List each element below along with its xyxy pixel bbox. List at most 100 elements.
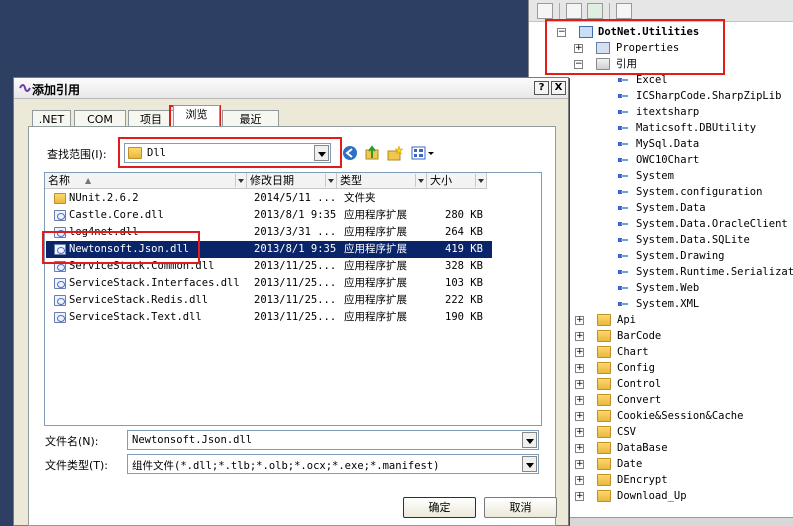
filetype-label: 文件类型(T): [45,459,109,472]
file-row[interactable]: ServiceStack.Text.dll 2013/11/25... 应用程序扩展… [46,309,492,326]
expand-icon[interactable]: + [575,412,584,421]
chevron-down-icon[interactable] [314,145,329,161]
folder-icon [597,330,611,342]
expand-icon[interactable]: + [575,348,584,357]
reference-label: Maticsoft.DBUtility [636,122,757,134]
reference-item[interactable]: System.Data.OracleClient [617,216,793,232]
folder-item[interactable]: + Download_Up [575,488,793,504]
chevron-down-icon[interactable] [415,174,426,187]
reference-item[interactable]: System.Drawing [617,248,793,264]
file-row[interactable]: NUnit.2.6.2 2014/5/11 ... 文件夹 [46,190,492,207]
chevron-down-icon[interactable] [235,174,246,187]
chevron-down-icon[interactable] [522,456,537,472]
chevron-down-icon[interactable] [325,174,336,187]
expand-icon[interactable]: + [575,428,584,437]
tab-browse[interactable]: 浏览 [173,105,220,126]
expand-icon[interactable]: + [575,444,584,453]
folder-item[interactable]: + Convert [575,392,793,408]
sort-ascending-icon: ▲ [85,176,92,185]
file-row[interactable]: log4net.dll 2013/3/31 ... 应用程序扩展 264 KB [46,224,492,241]
close-button[interactable]: X [551,81,566,95]
expand-icon[interactable]: + [575,332,584,341]
folder-item[interactable]: + CSV [575,424,793,440]
file-row[interactable]: Newtonsoft.Json.dll 2013/8/1 9:35 应用程序扩展 41… [46,241,492,258]
folder-item[interactable]: + Api [575,312,793,328]
expand-icon[interactable]: + [575,460,584,469]
expand-icon[interactable]: + [575,380,584,389]
folder-label: Download_Up [617,490,687,502]
file-size: 419 KB [445,243,483,255]
look-in-combo[interactable]: Dll [124,143,331,163]
file-row[interactable]: Castle.Core.dll 2013/8/1 9:35 应用程序扩展 280 KB [46,207,492,224]
back-icon[interactable] [342,145,358,161]
column-size[interactable]: 大小 [427,173,487,189]
reference-item[interactable]: OWC10Chart [617,152,793,168]
help-button[interactable]: ? [534,81,549,95]
up-folder-icon[interactable] [364,145,380,161]
collapse-icon[interactable]: − [574,60,583,69]
filename-input[interactable]: Newtonsoft.Json.dll [127,430,539,450]
folder-item[interactable]: + Control [575,376,793,392]
file-list[interactable]: 名称 ▲ 修改日期 类型 大小 NUnit.2.6.2 2014/5/11 ...… [44,172,542,426]
reference-item[interactable]: MySql.Data [617,136,793,152]
project-node[interactable]: − DotNet.Utilities [557,24,757,40]
folder-item[interactable]: + DataBase [575,440,793,456]
folder-item[interactable]: + Cookie&Session&Cache [575,408,793,424]
expand-icon[interactable]: + [575,316,584,325]
references-node[interactable]: − 引用 [574,56,754,72]
folder-item[interactable]: + DEncrypt [575,472,793,488]
expand-icon[interactable]: + [574,44,583,53]
view-class-diagram-icon[interactable] [616,3,632,19]
folder-icon [128,147,142,159]
dll-icon [54,278,66,289]
file-row[interactable]: ServiceStack.Redis.dll 2013/11/25... 应用程序扩… [46,292,492,309]
view-menu-icon[interactable] [411,145,435,161]
column-date[interactable]: 修改日期 [247,173,337,189]
column-name[interactable]: 名称 ▲ [45,173,247,189]
properties-toolbar-icon[interactable] [537,3,553,19]
reference-item[interactable]: System [617,168,793,184]
properties-node[interactable]: + Properties [574,40,754,56]
file-type: 应用程序扩展 [344,209,407,221]
folder-item[interactable]: + BarCode [575,328,793,344]
reference-item[interactable]: Maticsoft.DBUtility [617,120,793,136]
look-in-label: 查找范围(I): [47,148,107,161]
reference-item[interactable]: System.Web [617,280,793,296]
ok-button[interactable]: 确定 [403,497,476,518]
dll-icon [54,261,66,272]
reference-label: System.Data.SQLite [636,234,750,246]
reference-item[interactable]: ICSharpCode.SharpZipLib [617,88,793,104]
folder-item[interactable]: + Date [575,456,793,472]
folder-label: Cookie&Session&Cache [617,410,744,422]
reference-icon [617,91,629,101]
reference-item[interactable]: itextsharp [617,104,793,120]
folder-item[interactable]: + Config [575,360,793,376]
cancel-button[interactable]: 取消 [484,497,557,518]
filetype-select[interactable]: 组件文件(*.dll;*.tlb;*.olb;*.ocx;*.exe;*.man… [127,454,539,474]
expand-icon[interactable]: + [575,396,584,405]
reference-item[interactable]: System.Data [617,200,793,216]
expand-icon[interactable]: + [575,364,584,373]
reference-item[interactable]: Excel [617,72,793,88]
reference-label: System.XML [636,298,700,310]
reference-item[interactable]: System.configuration [617,184,793,200]
file-row[interactable]: ServiceStack.Interfaces.dll 2013/11/25...… [46,275,492,292]
reference-item[interactable]: System.Data.SQLite [617,232,793,248]
file-type: 应用程序扩展 [344,311,407,323]
reference-item[interactable]: System.XML [617,296,793,312]
folder-item[interactable]: + Chart [575,344,793,360]
show-all-files-icon[interactable] [566,3,582,19]
reference-label: OWC10Chart [636,154,700,166]
column-date-label: 修改日期 [250,174,294,187]
chevron-down-icon[interactable] [475,174,486,187]
collapse-icon[interactable]: − [557,28,566,37]
chevron-down-icon[interactable] [522,432,537,448]
dll-icon [54,210,66,221]
refresh-icon[interactable] [587,3,603,19]
new-folder-icon[interactable] [387,145,403,161]
expand-icon[interactable]: + [575,492,584,501]
column-type[interactable]: 类型 [337,173,427,189]
reference-item[interactable]: System.Runtime.Serializati [617,264,793,280]
file-row[interactable]: ServiceStack.Common.dll 2013/11/25... 应用程序… [46,258,492,275]
expand-icon[interactable]: + [575,476,584,485]
